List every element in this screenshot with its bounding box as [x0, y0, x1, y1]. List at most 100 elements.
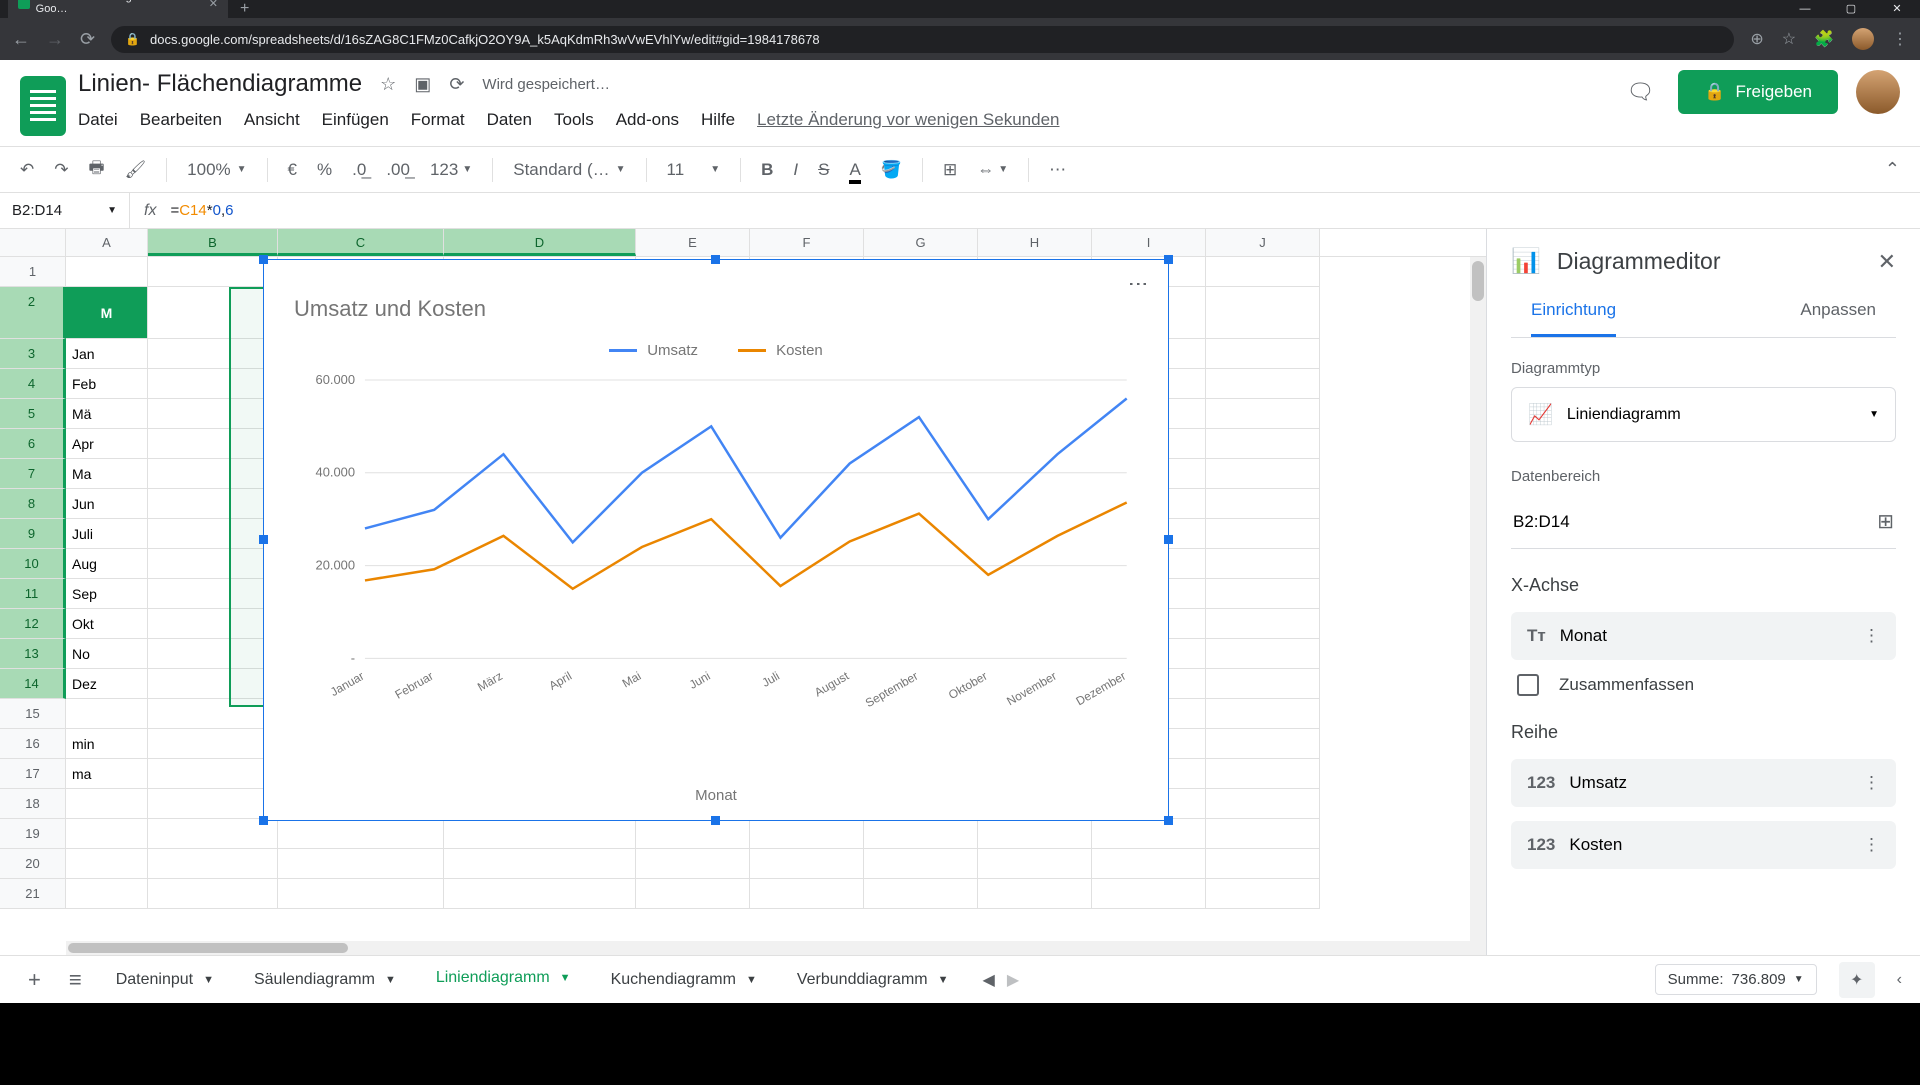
sheet-tab-dateninput[interactable]: Dateninput▼: [100, 959, 230, 1001]
x-axis-menu-icon[interactable]: ⋮: [1863, 626, 1880, 646]
row-header[interactable]: 3: [0, 339, 66, 369]
cell[interactable]: [148, 729, 278, 759]
all-sheets-button[interactable]: ≡: [59, 967, 92, 993]
row-header[interactable]: 7: [0, 459, 66, 489]
sheet-tab-kuchendiagramm[interactable]: Kuchendiagramm▼: [595, 959, 773, 1001]
cell[interactable]: [444, 849, 636, 879]
cell[interactable]: [1092, 849, 1206, 879]
x-axis-field[interactable]: Tᴛ Monat ⋮: [1511, 612, 1896, 660]
account-avatar[interactable]: [1856, 70, 1900, 114]
bold-button[interactable]: B: [761, 160, 773, 180]
cell[interactable]: [148, 489, 278, 519]
percent-button[interactable]: %: [317, 160, 332, 180]
menu-tools[interactable]: Tools: [554, 110, 594, 130]
new-tab-button[interactable]: +: [228, 0, 261, 18]
increase-decimal-button[interactable]: .00̲: [386, 160, 410, 180]
cell[interactable]: [66, 849, 148, 879]
series-item-kosten[interactable]: 123 Kosten ⋮: [1511, 821, 1896, 869]
menu-view[interactable]: Ansicht: [244, 110, 300, 130]
last-edit-link[interactable]: Letzte Änderung vor wenigen Sekunden: [757, 110, 1059, 130]
cell[interactable]: [278, 849, 444, 879]
col-header-i[interactable]: I: [1092, 229, 1206, 256]
cell[interactable]: [1206, 257, 1320, 287]
reload-button[interactable]: ⟳: [80, 29, 95, 50]
browser-tab[interactable]: Linien- Flächendiagramme - Goo… ✕: [8, 0, 228, 18]
collapse-toolbar-button[interactable]: ⌃: [1885, 159, 1900, 180]
series-menu-icon[interactable]: ⋮: [1863, 773, 1880, 793]
cell[interactable]: [1206, 819, 1320, 849]
strikethrough-button[interactable]: S: [818, 160, 829, 180]
cell[interactable]: Jun: [66, 489, 148, 519]
horizontal-scrollbar[interactable]: [66, 941, 1470, 955]
cell[interactable]: [1206, 879, 1320, 909]
comments-button[interactable]: 🗨: [1620, 72, 1660, 112]
cell[interactable]: [148, 339, 278, 369]
cell[interactable]: [148, 609, 278, 639]
cell[interactable]: [148, 549, 278, 579]
cell[interactable]: [1206, 699, 1320, 729]
cell[interactable]: [148, 849, 278, 879]
select-range-icon[interactable]: ⊞: [1877, 509, 1894, 534]
cell[interactable]: Mä: [66, 399, 148, 429]
series-menu-icon[interactable]: ⋮: [1863, 835, 1880, 855]
cell[interactable]: [1206, 729, 1320, 759]
cell[interactable]: [1206, 399, 1320, 429]
cell[interactable]: [1206, 459, 1320, 489]
menu-format[interactable]: Format: [411, 110, 465, 130]
back-button[interactable]: ←: [12, 29, 30, 50]
cell[interactable]: ma: [66, 759, 148, 789]
col-header-b[interactable]: B: [148, 229, 278, 256]
cell[interactable]: [1206, 849, 1320, 879]
forward-button[interactable]: →: [46, 29, 64, 50]
chrome-menu-icon[interactable]: ⋮: [1892, 29, 1908, 49]
cell[interactable]: [1206, 789, 1320, 819]
cell[interactable]: [1206, 579, 1320, 609]
cell[interactable]: [1092, 819, 1206, 849]
cell[interactable]: [278, 819, 444, 849]
menu-help[interactable]: Hilfe: [701, 110, 735, 130]
cell[interactable]: [148, 669, 278, 699]
row-header[interactable]: 2: [0, 287, 66, 339]
cell[interactable]: min: [66, 729, 148, 759]
zoom-select[interactable]: 100%▼: [187, 160, 246, 180]
sheet-tab-verbunddiagramm[interactable]: Verbunddiagramm▼: [781, 959, 965, 1001]
cell[interactable]: [1206, 369, 1320, 399]
menu-data[interactable]: Daten: [487, 110, 532, 130]
window-close[interactable]: ✕: [1874, 0, 1920, 18]
cell[interactable]: [636, 849, 750, 879]
cell[interactable]: [636, 819, 750, 849]
cell[interactable]: [1206, 609, 1320, 639]
row-header[interactable]: 5: [0, 399, 66, 429]
cell[interactable]: Dez: [66, 669, 148, 699]
cell[interactable]: [1206, 519, 1320, 549]
select-all-corner[interactable]: [0, 229, 66, 256]
row-header[interactable]: 17: [0, 759, 66, 789]
merge-cells-button[interactable]: ⇔▼: [977, 160, 1008, 180]
row-header[interactable]: 8: [0, 489, 66, 519]
row-header[interactable]: 12: [0, 609, 66, 639]
side-panel-toggle[interactable]: ‹: [1897, 971, 1902, 989]
formula-input[interactable]: =C14*0,6: [170, 202, 1920, 220]
cell[interactable]: [148, 699, 278, 729]
series-item-umsatz[interactable]: 123 Umsatz ⋮: [1511, 759, 1896, 807]
add-sheet-button[interactable]: +: [18, 967, 51, 993]
row-header[interactable]: 9: [0, 519, 66, 549]
cell[interactable]: Apr: [66, 429, 148, 459]
chart-menu-button[interactable]: ⋮: [1126, 274, 1150, 292]
cell[interactable]: [66, 789, 148, 819]
cell[interactable]: [148, 287, 278, 339]
cell[interactable]: [444, 879, 636, 909]
row-header[interactable]: 19: [0, 819, 66, 849]
sheets-logo-icon[interactable]: [20, 76, 66, 136]
cell[interactable]: [148, 789, 278, 819]
cell[interactable]: [978, 879, 1092, 909]
row-header[interactable]: 11: [0, 579, 66, 609]
print-button[interactable]: 🖶: [89, 155, 105, 184]
star-icon[interactable]: ☆: [380, 74, 396, 95]
row-header[interactable]: 16: [0, 729, 66, 759]
cell[interactable]: [864, 819, 978, 849]
extensions-icon[interactable]: 🧩: [1814, 29, 1834, 49]
menu-edit[interactable]: Bearbeiten: [140, 110, 222, 130]
row-header[interactable]: 20: [0, 849, 66, 879]
chart-editor-close-button[interactable]: ✕: [1878, 249, 1896, 275]
